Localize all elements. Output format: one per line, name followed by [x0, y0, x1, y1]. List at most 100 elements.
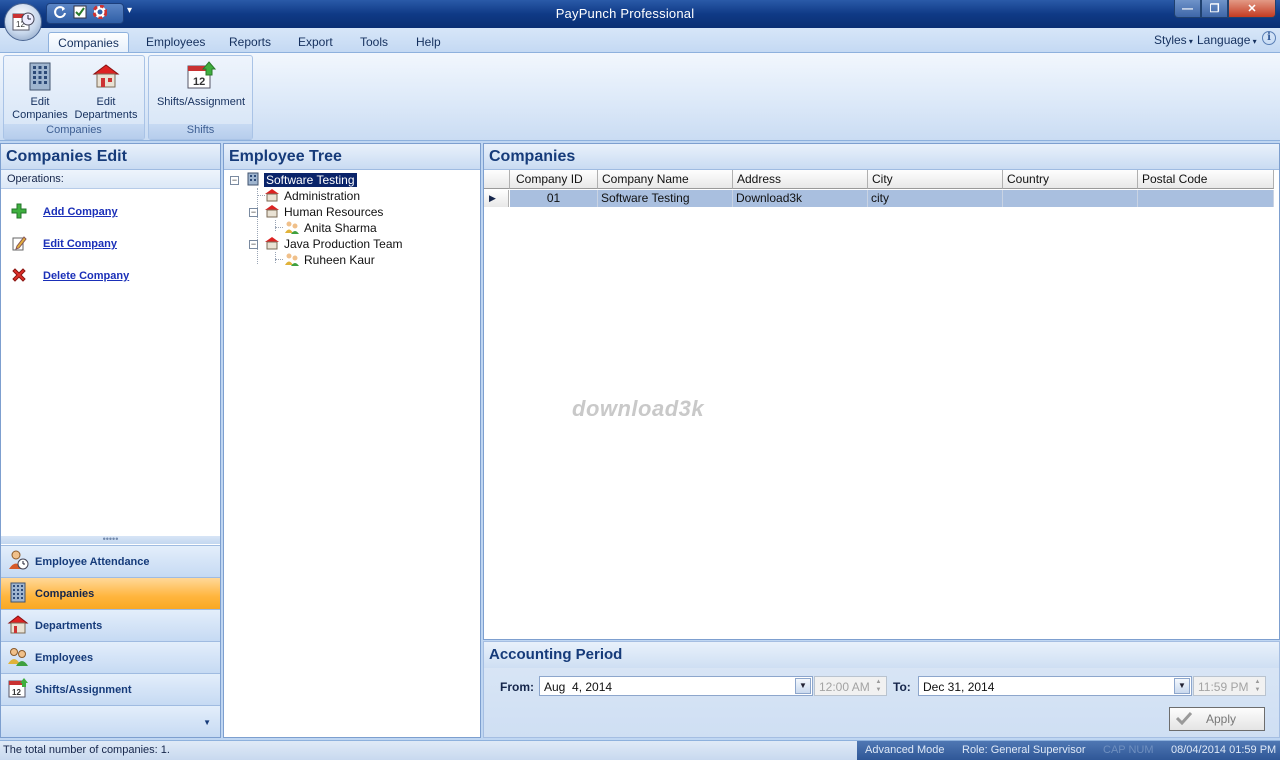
title-bar: 12 ▾ PayPunch Professional — ❐ ✕: [0, 0, 1280, 41]
maximize-button[interactable]: ❐: [1201, 0, 1228, 18]
edit-departments-label-line1: Edit: [96, 96, 116, 108]
department-icon: [264, 188, 280, 205]
nav-label: Companies: [35, 587, 95, 600]
chevron-down-icon[interactable]: ▼: [1174, 678, 1190, 694]
minimize-button[interactable]: —: [1174, 0, 1201, 18]
status-datetime: 08/04/2014 01:59 PM: [1171, 744, 1277, 756]
delete-company-label[interactable]: Delete Company: [43, 270, 129, 282]
tree-node-java-team[interactable]: Java Production Team: [264, 236, 403, 252]
window-title: PayPunch Professional: [555, 6, 695, 21]
tree-node-root[interactable]: Software Testing: [246, 172, 357, 188]
edit-company-label[interactable]: Edit Company: [43, 238, 117, 250]
building-icon: [24, 60, 56, 92]
spin-arrows-icon[interactable]: ▲ ▼: [1251, 678, 1264, 694]
chevron-down-icon: ▾: [1186, 37, 1193, 46]
column-header[interactable]: Postal Code: [1138, 170, 1274, 189]
tree-node-employee[interactable]: Anita Sharma: [284, 220, 377, 236]
calendar-clock-icon: 12: [12, 12, 35, 31]
nav-companies[interactable]: Companies: [1, 577, 220, 609]
tree-connector: [275, 220, 276, 231]
tab-tools[interactable]: Tools: [350, 32, 398, 52]
edit-departments-label-line2: Departments: [74, 109, 138, 121]
styles-menu[interactable]: Styles ▾: [1154, 33, 1193, 47]
tree-node-label: Java Production Team: [284, 237, 403, 251]
nav-label: Employee Attendance: [35, 555, 150, 568]
language-menu[interactable]: Language ▾: [1197, 33, 1257, 47]
cell-postal-code[interactable]: [1138, 190, 1274, 207]
status-keyboard-indicators: CAP NUM: [1103, 744, 1154, 756]
spin-arrows-icon[interactable]: ▲ ▼: [872, 678, 885, 694]
status-role: Role: General Supervisor: [962, 744, 1086, 756]
tree-node-employee[interactable]: Ruheen Kaur: [284, 252, 375, 268]
to-time-field[interactable]: 11:59 PM ▲ ▼: [1193, 676, 1266, 696]
delete-company-link[interactable]: Delete Company: [11, 266, 129, 286]
calendar-icon: 12: [185, 60, 217, 92]
delete-x-icon: [11, 267, 27, 286]
nav-employee-attendance[interactable]: Employee Attendance: [1, 545, 220, 577]
ribbon-group-shifts: 12 Shifts/Assignment Shifts: [148, 55, 253, 140]
from-time-field[interactable]: 12:00 AM ▲ ▼: [814, 676, 887, 696]
column-header[interactable]: Company ID: [510, 170, 598, 189]
from-date-picker[interactable]: Aug 4, 2014 ▼: [539, 676, 813, 696]
to-time-value: 11:59 PM: [1198, 680, 1249, 694]
cell-city[interactable]: city: [868, 190, 1003, 207]
edit-pencil-icon: [11, 235, 27, 254]
panel-title: Companies Edit: [1, 144, 220, 170]
to-label: To:: [893, 680, 911, 694]
tree-node-administration[interactable]: Administration: [264, 188, 360, 204]
column-header[interactable]: Company Name: [598, 170, 733, 189]
panel-splitter[interactable]: •••••: [1, 535, 220, 544]
tree-collapse-toggle[interactable]: −: [249, 208, 258, 217]
cell-address[interactable]: Download3k: [733, 190, 868, 207]
tab-help[interactable]: Help: [406, 32, 451, 52]
tab-export[interactable]: Export: [288, 32, 343, 52]
nav-employees[interactable]: Employees: [1, 641, 220, 673]
edit-departments-button[interactable]: Edit Departments: [70, 58, 142, 122]
apply-button[interactable]: Apply: [1169, 707, 1265, 731]
column-header[interactable]: Address: [733, 170, 868, 189]
tab-reports[interactable]: Reports: [219, 32, 281, 52]
departments-icon: [7, 613, 29, 638]
chevron-down-icon[interactable]: ▼: [795, 678, 811, 694]
department-icon: [264, 236, 280, 253]
tree-collapse-toggle[interactable]: −: [249, 240, 258, 249]
close-button[interactable]: ✕: [1228, 0, 1276, 18]
cell-company-name[interactable]: Software Testing: [598, 190, 733, 207]
cell-company-id[interactable]: 01: [510, 190, 598, 207]
current-row-indicator-icon[interactable]: ▶: [484, 190, 509, 207]
svg-text:12: 12: [12, 688, 21, 697]
status-info-panel: Advanced Mode Role: General Supervisor C…: [857, 741, 1280, 760]
cell-country[interactable]: [1003, 190, 1138, 207]
tree-node-human-resources[interactable]: Human Resources: [264, 204, 383, 220]
building-icon: [246, 172, 260, 189]
column-header[interactable]: City: [868, 170, 1003, 189]
nav-departments[interactable]: Departments: [1, 609, 220, 641]
tab-employees[interactable]: Employees: [136, 32, 215, 52]
language-menu-label: Language: [1197, 33, 1251, 47]
add-company-link[interactable]: Add Company: [11, 202, 118, 222]
tree-node-label: Human Resources: [284, 205, 384, 219]
edit-companies-button[interactable]: Edit Companies: [7, 58, 73, 122]
add-company-label[interactable]: Add Company: [43, 206, 118, 218]
employee-tree-panel: Employee Tree − Software Testing Adminis…: [223, 143, 481, 738]
people-icon: [284, 252, 300, 269]
tree-collapse-toggle[interactable]: −: [230, 176, 239, 185]
nav-shifts-assignment[interactable]: 12 Shifts/Assignment: [1, 673, 220, 705]
shifts-assignment-button[interactable]: 12 Shifts/Assignment: [152, 58, 250, 109]
app-menu-button[interactable]: 12: [4, 3, 42, 41]
ribbon-body: Edit Companies Edit Departments Companie…: [0, 52, 1280, 141]
column-header[interactable]: Country: [1003, 170, 1138, 189]
companies-edit-panel: Companies Edit Operations: Add Company E…: [0, 143, 221, 738]
nav-label: Shifts/Assignment: [35, 683, 132, 696]
to-date-picker[interactable]: Dec 31, 2014 ▼: [918, 676, 1192, 696]
nav-overflow-button[interactable]: ▼: [1, 705, 220, 737]
edit-company-link[interactable]: Edit Company: [11, 234, 117, 254]
apply-label: Apply: [1206, 712, 1237, 726]
from-time-value: 12:00 AM: [819, 680, 870, 694]
status-bar: The total number of companies: 1. Advanc…: [0, 740, 1280, 760]
from-date-value: Aug 4, 2014: [544, 680, 613, 694]
info-icon[interactable]: i: [1262, 31, 1276, 45]
tab-companies[interactable]: Companies: [48, 32, 129, 52]
to-date-value: Dec 31, 2014: [923, 680, 995, 694]
edit-companies-label-line2: Companies: [12, 109, 68, 121]
